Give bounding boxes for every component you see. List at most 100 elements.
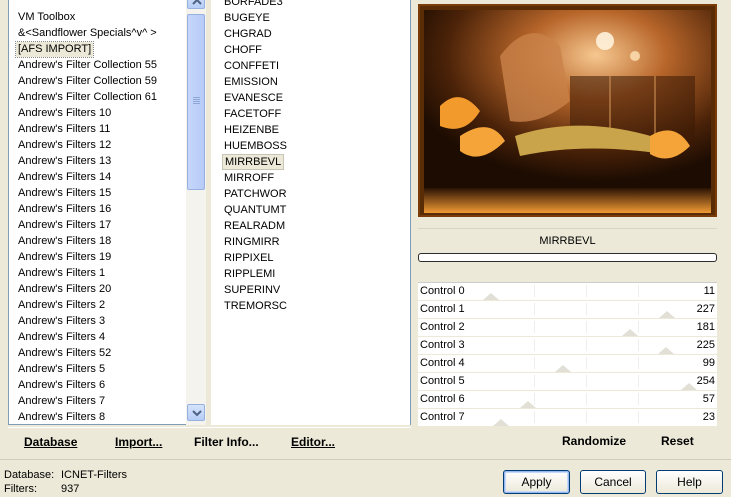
cancel-button[interactable]: Cancel: [580, 470, 646, 494]
scroll-down-button[interactable]: [187, 404, 205, 421]
scroll-up-button[interactable]: [187, 0, 205, 9]
slider-tick: [534, 303, 535, 315]
category-item[interactable]: Andrew's Filters 18: [16, 234, 113, 249]
control-slider[interactable]: Control 1 227: [418, 301, 717, 319]
filter-item[interactable]: EMISSION: [222, 74, 280, 90]
filter-item[interactable]: SUPERINV: [222, 282, 282, 298]
filter-list[interactable]: BORFADE3 BUGEYE CHGRAD CHOFF CONFFETI EMISSIO…: [211, 0, 411, 425]
slider-tick: [534, 339, 535, 351]
control-value: 57: [702, 393, 715, 405]
category-item[interactable]: Andrew's Filters 19: [16, 250, 113, 265]
category-item[interactable]: Andrew's Filters 16: [16, 202, 113, 217]
category-item[interactable]: &<Sandflower Specials^v^ >: [16, 26, 159, 41]
filter-item[interactable]: MIRRBEVL: [222, 154, 285, 170]
control-value: 225: [696, 339, 715, 351]
category-item[interactable]: VM Toolbox: [16, 10, 77, 25]
apply-button[interactable]: Apply: [503, 470, 570, 494]
control-slider[interactable]: Control 7 23: [418, 409, 717, 427]
editor-button[interactable]: Editor...: [291, 435, 335, 449]
category-item[interactable]: Andrew's Filters 7: [16, 394, 107, 409]
category-item[interactable]: [AFS IMPORT]: [14, 41, 95, 58]
filter-item[interactable]: REALRADM: [222, 218, 287, 234]
category-item[interactable]: Andrew's Filters 15: [16, 186, 113, 201]
category-item[interactable]: Andrew's Filters 12: [16, 138, 113, 153]
slider-tick: [534, 285, 535, 297]
filter-item[interactable]: RIPPIXEL: [222, 250, 276, 266]
category-list[interactable]: VM Toolbox &<Sandflower Specials^v^ > [AFS…: [8, 0, 206, 425]
category-item[interactable]: Andrew's Filter Collection 61: [16, 90, 159, 105]
slider-thumb[interactable]: [681, 383, 698, 390]
slider-tick: [638, 375, 639, 387]
filter-item[interactable]: BORFADE3: [222, 0, 285, 10]
category-item[interactable]: Andrew's Filters 52: [16, 346, 113, 361]
control-value: 11: [703, 285, 715, 297]
category-item[interactable]: Andrew's Filters 20: [16, 282, 113, 297]
category-item[interactable]: Andrew's Filters 10: [16, 106, 113, 121]
reset-button[interactable]: Reset: [661, 434, 694, 448]
filter-item[interactable]: BUGEYE: [222, 10, 272, 26]
filter-item[interactable]: RIPPLEMI: [222, 266, 277, 282]
category-item[interactable]: Andrew's Filters 6: [16, 378, 107, 393]
filter-item[interactable]: PATCHWOR: [222, 186, 289, 202]
filter-item[interactable]: TREMORSC: [222, 298, 289, 314]
category-item[interactable]: Andrew's Filters 14: [16, 170, 113, 185]
right-button-bar: Randomize Reset: [418, 427, 720, 454]
category-item[interactable]: Andrew's Filters 5: [16, 362, 107, 377]
filter-item[interactable]: QUANTUMT: [222, 202, 288, 218]
filter-item[interactable]: HEIZENBE: [222, 122, 281, 138]
filter-item[interactable]: FACETOFF: [222, 106, 283, 122]
slider-thumb[interactable]: [554, 365, 571, 372]
category-item[interactable]: Andrew's Filters 2: [16, 298, 107, 313]
control-slider[interactable]: Control 3 225: [418, 337, 717, 355]
category-item[interactable]: Andrew's Filters 8: [16, 410, 107, 425]
slider-thumb[interactable]: [492, 419, 509, 426]
control-slider[interactable]: Control 4 99: [418, 355, 717, 373]
randomize-button[interactable]: Randomize: [562, 434, 626, 448]
filter-item[interactable]: MIRROFF: [222, 170, 276, 186]
slider-thumb[interactable]: [482, 293, 499, 300]
control-label: Control 6: [420, 393, 465, 405]
slider-tick: [534, 357, 535, 369]
scroll-thumb[interactable]: [187, 14, 205, 190]
slider-tick: [534, 411, 535, 423]
category-item[interactable]: Andrew's Filters 4: [16, 330, 107, 345]
filter-info-button[interactable]: Filter Info...: [194, 435, 259, 449]
slider-tick: [586, 303, 587, 315]
category-item[interactable]: Andrew's Filter Collection 55: [16, 58, 159, 73]
filter-item[interactable]: CHOFF: [222, 42, 264, 58]
control-label: Control 5: [420, 375, 465, 387]
slider-thumb[interactable]: [657, 347, 674, 354]
category-item[interactable]: Andrew's Filters 1: [16, 266, 107, 281]
slider-thumb[interactable]: [520, 401, 537, 408]
slider-tick: [586, 411, 587, 423]
slider-tick: [638, 321, 639, 333]
category-item[interactable]: Andrew's Filter Collection 59: [16, 74, 159, 89]
chevron-down-icon: [192, 410, 202, 417]
slider-tick: [638, 303, 639, 315]
filter-item[interactable]: CONFFETI: [222, 58, 281, 74]
category-item[interactable]: Andrew's Filters 3: [16, 314, 107, 329]
control-slider[interactable]: Control 2 181: [418, 319, 717, 337]
filter-item[interactable]: CHGRAD: [222, 26, 274, 42]
control-label: Control 1: [420, 303, 465, 315]
control-slider[interactable]: Control 5 254: [418, 373, 717, 391]
control-label: Control 4: [420, 357, 465, 369]
help-button[interactable]: Help: [656, 470, 723, 494]
filter-item[interactable]: RINGMIRR: [222, 234, 282, 250]
control-slider[interactable]: Control 0 11: [418, 283, 717, 301]
import-button[interactable]: Import...: [115, 435, 162, 449]
category-scrollbar[interactable]: [186, 0, 206, 425]
category-item[interactable]: Andrew's Filters 11: [16, 122, 112, 137]
database-label: Database:: [4, 469, 55, 481]
filter-item[interactable]: EVANESCE: [222, 90, 285, 106]
filter-item[interactable]: HUEMBOSS: [222, 138, 289, 154]
slider-tick: [638, 357, 639, 369]
category-item[interactable]: Andrew's Filters 17: [16, 218, 113, 233]
slider-thumb[interactable]: [621, 329, 638, 336]
database-button[interactable]: Database: [24, 435, 77, 449]
control-slider[interactable]: Control 6 57: [418, 391, 717, 409]
slider-thumb[interactable]: [659, 311, 676, 318]
category-item[interactable]: Andrew's Filters 13: [16, 154, 113, 169]
control-value: 254: [696, 375, 715, 387]
slider-tick: [534, 321, 535, 333]
